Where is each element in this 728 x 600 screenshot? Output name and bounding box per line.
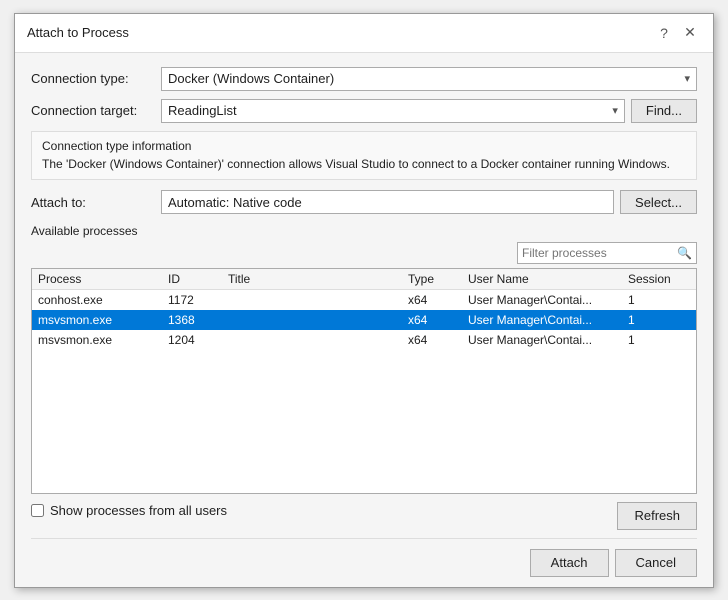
connection-target-row: Connection target: ReadingList Find... — [31, 99, 697, 123]
search-icon: 🔍 — [677, 246, 692, 260]
select-button[interactable]: Select... — [620, 190, 697, 214]
table-cell: 1204 — [168, 332, 228, 348]
table-cell: 1368 — [168, 312, 228, 328]
col-id: ID — [168, 272, 228, 286]
connection-type-label: Connection type: — [31, 71, 161, 86]
table-cell: 1 — [628, 292, 688, 308]
filter-input[interactable] — [522, 246, 675, 260]
title-bar-buttons: ? ✕ — [653, 22, 701, 44]
table-cell: x64 — [408, 292, 468, 308]
connection-type-dropdown[interactable]: Docker (Windows Container) — [161, 67, 697, 91]
col-type: Type — [408, 272, 468, 286]
table-cell: 1 — [628, 332, 688, 348]
table-cell — [228, 332, 408, 348]
table-cell: msvsmon.exe — [38, 312, 168, 328]
attach-to-row: Attach to: Automatic: Native code Select… — [31, 190, 697, 214]
col-session: Session — [628, 272, 688, 286]
connection-target-label: Connection target: — [31, 103, 161, 118]
connection-type-chevron — [684, 72, 690, 85]
close-button[interactable]: ✕ — [679, 22, 701, 44]
connection-type-row: Connection type: Docker (Windows Contain… — [31, 67, 697, 91]
available-processes-label: Available processes — [31, 224, 697, 238]
refresh-button[interactable]: Refresh — [617, 502, 697, 530]
col-process: Process — [38, 272, 168, 286]
attach-button[interactable]: Attach — [530, 549, 609, 577]
dialog-title: Attach to Process — [27, 25, 129, 40]
process-table: Process ID Title Type User Name Session … — [31, 268, 697, 493]
col-username: User Name — [468, 272, 628, 286]
table-cell: User Manager\Contai... — [468, 292, 628, 308]
table-cell: User Manager\Contai... — [468, 332, 628, 348]
attach-to-process-dialog: Attach to Process ? ✕ Connection type: D… — [14, 13, 714, 588]
table-cell: conhost.exe — [38, 292, 168, 308]
table-cell — [228, 312, 408, 328]
table-cell: 1 — [628, 312, 688, 328]
table-cell — [228, 292, 408, 308]
attach-to-label: Attach to: — [31, 195, 161, 210]
info-box: Connection type information The 'Docker … — [31, 131, 697, 181]
table-header: Process ID Title Type User Name Session — [32, 269, 696, 290]
connection-target-value: ReadingList — [168, 103, 612, 118]
title-bar: Attach to Process ? ✕ — [15, 14, 713, 53]
action-row: Attach Cancel — [31, 538, 697, 577]
info-title: Connection type information — [42, 138, 686, 155]
connection-target-dropdown[interactable]: ReadingList — [161, 99, 625, 123]
table-row[interactable]: msvsmon.exe1204 x64User Manager\Contai...… — [32, 330, 696, 350]
table-cell: User Manager\Contai... — [468, 312, 628, 328]
show-all-users-row: Show processes from all users — [31, 503, 227, 518]
help-button[interactable]: ? — [653, 22, 675, 44]
col-title: Title — [228, 272, 408, 286]
connection-type-value: Docker (Windows Container) — [168, 71, 684, 86]
bottom-section: Show processes from all users Refresh At… — [31, 502, 697, 577]
filter-input-wrap[interactable]: 🔍 — [517, 242, 697, 264]
attach-to-value: Automatic: Native code — [161, 190, 614, 214]
table-cell: x64 — [408, 332, 468, 348]
connection-target-chevron — [612, 104, 618, 117]
show-all-users-label: Show processes from all users — [50, 503, 227, 518]
table-cell: x64 — [408, 312, 468, 328]
filter-row: 🔍 — [31, 242, 697, 264]
show-all-users-checkbox[interactable] — [31, 504, 44, 517]
table-body: conhost.exe1172x64User Manager\Contai...… — [32, 290, 696, 492]
table-cell: 1172 — [168, 292, 228, 308]
table-row[interactable]: conhost.exe1172 x64User Manager\Contai...… — [32, 290, 696, 310]
dialog-body: Connection type: Docker (Windows Contain… — [15, 53, 713, 587]
cancel-button[interactable]: Cancel — [615, 549, 697, 577]
find-button[interactable]: Find... — [631, 99, 697, 123]
table-row[interactable]: msvsmon.exe1368 x64User Manager\Contai...… — [32, 310, 696, 330]
info-text: The 'Docker (Windows Container)' connect… — [42, 156, 686, 173]
table-cell: msvsmon.exe — [38, 332, 168, 348]
